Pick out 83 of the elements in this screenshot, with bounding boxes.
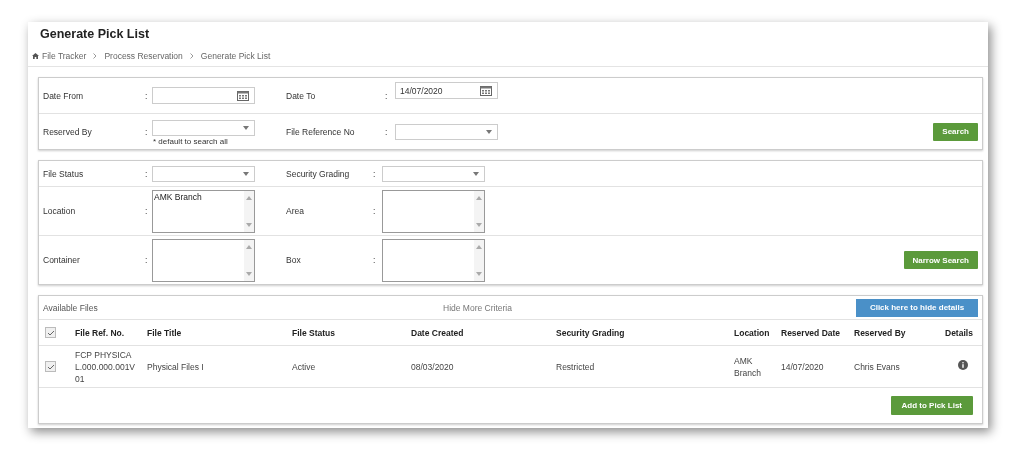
colon: : (145, 255, 149, 265)
down-arrow-icon[interactable] (246, 271, 252, 276)
chevron-icon (93, 53, 98, 59)
table-cell: AMK Branch (733, 345, 780, 388)
dropdown-field[interactable] (152, 165, 255, 182)
up-arrow-icon[interactable] (246, 195, 252, 200)
date-field[interactable] (152, 87, 255, 104)
column-header: File Status (291, 320, 410, 346)
table-cell: Active (291, 345, 410, 388)
add-to-pick-list-button[interactable]: Add to Pick List (890, 396, 973, 415)
column-header: Details (944, 320, 982, 346)
check-icon (46, 329, 55, 336)
scrollbar[interactable] (244, 190, 254, 232)
colon: : (373, 255, 377, 265)
scrollbar[interactable] (474, 239, 484, 281)
field-label: Date From (43, 90, 85, 101)
calendar-icon (480, 85, 492, 96)
breadcrumb-link[interactable]: Generate Pick List (200, 51, 271, 61)
toggle-link[interactable]: Hide More Criteria (443, 302, 512, 313)
hide-details-button[interactable]: Click here to hide details (856, 298, 978, 317)
field-label: Box (286, 255, 302, 265)
column-header: Location (733, 320, 780, 346)
table-cell: Chris Evans (853, 345, 944, 388)
field-label: Container (43, 255, 81, 265)
up-arrow-icon[interactable] (476, 244, 482, 249)
chevron-icon (189, 53, 194, 59)
field-label: Area (286, 206, 305, 216)
caret-icon (243, 125, 249, 130)
down-arrow-icon[interactable] (476, 222, 482, 227)
colon: : (385, 90, 389, 101)
column-header: File Title (146, 320, 291, 346)
dropdown-field[interactable] (382, 165, 485, 182)
list-box[interactable]: AMK Branch (152, 189, 255, 233)
list-box[interactable] (382, 238, 485, 282)
section-title: Available Files (43, 302, 99, 313)
checkbox[interactable] (45, 327, 56, 338)
field-label: Security Grading (286, 168, 351, 179)
caret-icon (473, 171, 479, 176)
breadcrumb-link[interactable]: Process Reservation (104, 51, 183, 61)
column-header: File Ref. No. (74, 320, 146, 346)
colon: : (145, 126, 149, 137)
table-cell: 14/07/2020 (780, 345, 853, 388)
hint-text: * default to search all (153, 136, 228, 146)
down-arrow-icon[interactable] (476, 271, 482, 276)
check-icon (46, 363, 55, 370)
field-label: Location (43, 206, 77, 216)
field-label: Reserved By (43, 126, 93, 137)
table-cell: Restricted (555, 345, 733, 388)
colon: : (373, 206, 377, 216)
up-arrow-icon[interactable] (246, 244, 252, 249)
colon: : (145, 90, 149, 101)
list-box[interactable] (152, 238, 255, 282)
table-cell: FCP PHYSICAL.000.000.001V01 (74, 345, 146, 388)
search-button[interactable]: Search (933, 122, 978, 141)
column-header: Date Created (410, 320, 555, 346)
checkbox[interactable] (45, 361, 56, 372)
caret-icon (486, 129, 492, 134)
info-icon[interactable] (958, 360, 968, 370)
dropdown-field[interactable] (152, 119, 255, 136)
scrollbar[interactable] (474, 190, 484, 232)
colon: : (385, 126, 389, 137)
dropdown-field[interactable] (395, 123, 498, 140)
colon: : (373, 168, 377, 179)
table-cell: 08/03/2020 (410, 345, 555, 388)
field-label: File Reference No (286, 126, 356, 137)
up-arrow-icon[interactable] (476, 195, 482, 200)
table-cell: Physical Files I (146, 345, 291, 388)
page-title: Generate Pick List (39, 26, 151, 43)
column-header: Security Grading (555, 320, 733, 346)
calendar-icon (237, 90, 249, 101)
down-arrow-icon[interactable] (246, 222, 252, 227)
column-header: Reserved By (853, 320, 944, 346)
colon: : (145, 206, 149, 216)
date-field[interactable]: 14/07/2020 (395, 82, 498, 99)
field-label: File Status (43, 168, 85, 179)
list-box[interactable] (382, 189, 485, 233)
column-header: Reserved Date (780, 320, 853, 346)
breadcrumb-link[interactable]: File Tracker (42, 51, 87, 61)
colon: : (145, 168, 149, 179)
narrow-search-button[interactable]: Narrow Search (903, 251, 978, 269)
scrollbar[interactable] (244, 239, 254, 281)
field-label: Date To (286, 90, 317, 101)
caret-icon (243, 171, 249, 176)
